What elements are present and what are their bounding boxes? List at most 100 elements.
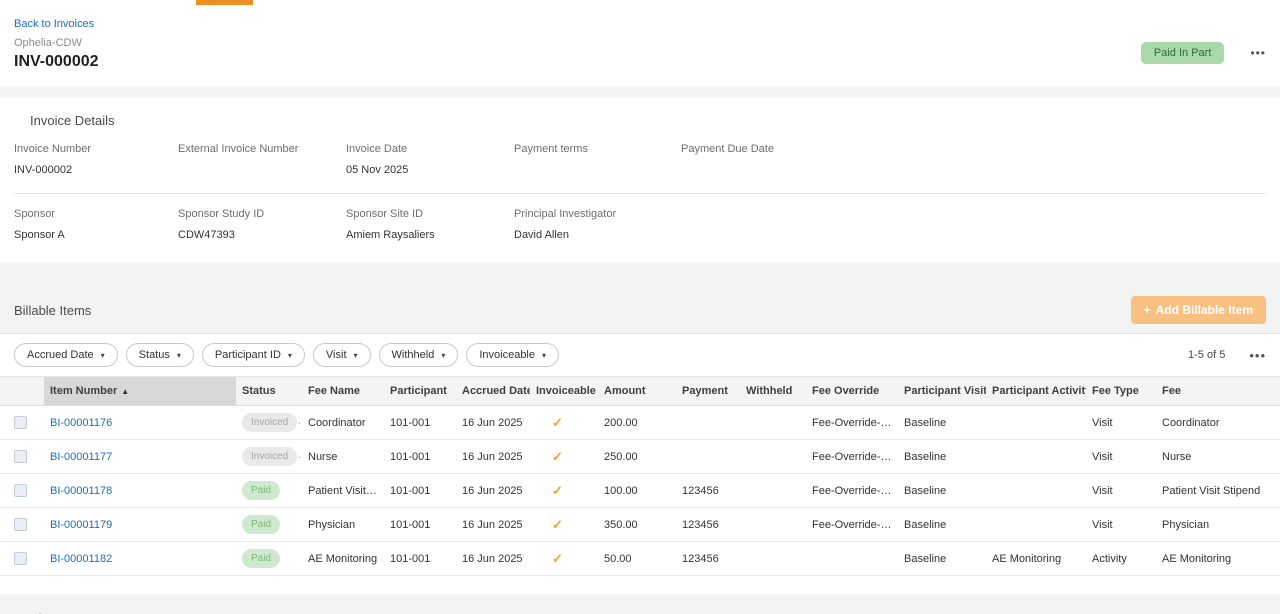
cell-payment: 123456 bbox=[676, 474, 740, 508]
field-label: Payment terms bbox=[514, 143, 681, 155]
invoice-details-heading: Invoice Details bbox=[30, 113, 1266, 128]
row-checkbox[interactable] bbox=[14, 450, 27, 463]
field-label: External Invoice Number bbox=[178, 143, 346, 155]
cell-fee: Nurse bbox=[1156, 440, 1280, 474]
table-menu-button[interactable]: ••• bbox=[1249, 348, 1266, 363]
cell-participant: 101-001 bbox=[384, 542, 456, 576]
field-label: Invoice Number bbox=[14, 143, 178, 155]
plus-icon: + bbox=[1144, 303, 1151, 317]
invoice-details-card: Invoice Details Invoice Number INV-00000… bbox=[0, 98, 1280, 262]
field-value bbox=[514, 164, 681, 177]
field-label: Payment Due Date bbox=[681, 143, 1266, 155]
col-withheld[interactable]: Withheld bbox=[740, 377, 806, 406]
sort-asc-icon: ▲ bbox=[121, 387, 129, 396]
cell-fee-override: Fee-Override-0011 bbox=[806, 440, 898, 474]
filter-status[interactable]: Status ▾ bbox=[126, 343, 194, 367]
back-to-invoices-link[interactable]: Back to Invoices bbox=[14, 18, 94, 30]
page-title: INV-000002 bbox=[14, 53, 1266, 71]
pagination-label: 1-5 of 5 bbox=[1188, 349, 1225, 361]
cell-amount: 200.00 bbox=[598, 406, 676, 440]
cell-accrued-date: 16 Jun 2025 bbox=[456, 440, 530, 474]
filter-withheld[interactable]: Withheld ▾ bbox=[379, 343, 459, 367]
item-number-link[interactable]: BI-00001182 bbox=[50, 553, 112, 565]
col-participant-activity[interactable]: Participant Activity bbox=[986, 377, 1086, 406]
status-badge: Paid In Part bbox=[1141, 42, 1224, 64]
col-status[interactable]: Status bbox=[236, 377, 302, 406]
field-invoice-number: Invoice Number INV-000002 bbox=[14, 143, 178, 177]
filter-invoiceable[interactable]: Invoiceable ▾ bbox=[466, 343, 559, 367]
cell-fee: Coordinator bbox=[1156, 406, 1280, 440]
cell-participant: 101-001 bbox=[384, 508, 456, 542]
filter-participant-id[interactable]: Participant ID ▾ bbox=[202, 343, 305, 367]
field-value: Sponsor A bbox=[14, 229, 178, 242]
cell-participant-visit: Baseline bbox=[898, 440, 986, 474]
col-participant-visit[interactable]: Participant Visit bbox=[898, 377, 986, 406]
cell-payment bbox=[676, 406, 740, 440]
chevron-down-icon: ▾ bbox=[542, 351, 546, 360]
cell-fee-override: Fee-Override-0011 bbox=[806, 474, 898, 508]
row-status-badge: Paid bbox=[242, 515, 280, 534]
row-checkbox[interactable] bbox=[14, 518, 27, 531]
cell-fee-type: Visit bbox=[1086, 508, 1156, 542]
field-payment-terms: Payment terms bbox=[514, 143, 681, 177]
billable-items-table: Item Number▲ Status Fee Name Participant… bbox=[0, 376, 1280, 576]
ellipsis-icon: ••• bbox=[1249, 348, 1266, 363]
col-participant[interactable]: Participant bbox=[384, 377, 456, 406]
col-accrued-date[interactable]: Accrued Date bbox=[456, 377, 530, 406]
cell-withheld bbox=[740, 406, 806, 440]
row-checkbox[interactable] bbox=[14, 552, 27, 565]
filter-visit[interactable]: Visit ▾ bbox=[313, 343, 371, 367]
add-billable-item-button[interactable]: + Add Billable Item bbox=[1131, 296, 1266, 324]
check-icon: ✓ bbox=[552, 517, 563, 532]
row-checkbox[interactable] bbox=[14, 416, 27, 429]
item-number-link[interactable]: BI-00001176 bbox=[50, 417, 112, 429]
cell-fee-name: Coordinator bbox=[302, 406, 384, 440]
cell-withheld bbox=[740, 508, 806, 542]
cell-withheld bbox=[740, 542, 806, 576]
table-row: BI-00001176 Invoiced Coordinator 101-001… bbox=[0, 406, 1280, 440]
field-value: CDW47393 bbox=[178, 229, 346, 242]
field-value: 05 Nov 2025 bbox=[346, 164, 514, 177]
cell-fee-override: Fee-Override-0011 bbox=[806, 508, 898, 542]
cell-fee-type: Visit bbox=[1086, 406, 1156, 440]
item-number-link[interactable]: BI-00001177 bbox=[50, 451, 112, 463]
field-principal-investigator: Principal Investigator David Allen bbox=[514, 208, 681, 242]
cell-participant-activity bbox=[986, 406, 1086, 440]
cell-accrued-date: 16 Jun 2025 bbox=[456, 406, 530, 440]
check-icon: ✓ bbox=[552, 483, 563, 498]
chevron-down-icon: ▾ bbox=[288, 351, 292, 360]
col-fee-type[interactable]: Fee Type bbox=[1086, 377, 1156, 406]
col-fee-override[interactable]: Fee Override bbox=[806, 377, 898, 406]
col-amount[interactable]: Amount bbox=[598, 377, 676, 406]
row-checkbox[interactable] bbox=[14, 484, 27, 497]
cell-accrued-date: 16 Jun 2025 bbox=[456, 474, 530, 508]
item-number-link[interactable]: BI-00001178 bbox=[50, 485, 112, 497]
row-status-badge: Paid bbox=[242, 481, 280, 500]
cell-participant-visit: Baseline bbox=[898, 508, 986, 542]
cell-fee: AE Monitoring bbox=[1156, 542, 1280, 576]
col-fee[interactable]: Fee bbox=[1156, 377, 1280, 406]
field-sponsor-site-id: Sponsor Site ID Amiem Raysaliers bbox=[346, 208, 514, 242]
col-payment[interactable]: Payment bbox=[676, 377, 740, 406]
cell-fee-type: Visit bbox=[1086, 440, 1156, 474]
item-number-link[interactable]: BI-00001179 bbox=[50, 519, 112, 531]
field-label: Sponsor Site ID bbox=[346, 208, 514, 220]
table-row: BI-00001182 Paid AE Monitoring 101-001 1… bbox=[0, 542, 1280, 576]
field-value: David Allen bbox=[514, 229, 681, 242]
more-actions-button[interactable]: ••• bbox=[1250, 46, 1266, 60]
chevron-down-icon: ▾ bbox=[177, 351, 181, 360]
row-status-badge: Invoiced bbox=[242, 413, 297, 432]
page-header: Back to Invoices Ophelia-CDW INV-000002 … bbox=[0, 5, 1280, 86]
col-fee-name[interactable]: Fee Name bbox=[302, 377, 384, 406]
field-sponsor: Sponsor Sponsor A bbox=[14, 208, 178, 242]
cell-payment: 123456 bbox=[676, 508, 740, 542]
cell-fee-name: AE Monitoring bbox=[302, 542, 384, 576]
row-status-badge: Paid bbox=[242, 549, 280, 568]
cell-withheld bbox=[740, 440, 806, 474]
col-invoiceable[interactable]: Invoiceable bbox=[530, 377, 598, 406]
col-item-number[interactable]: Item Number▲ bbox=[44, 377, 236, 406]
filter-label: Invoiceable bbox=[479, 349, 535, 361]
cell-fee-name: Nurse bbox=[302, 440, 384, 474]
filter-accrued-date[interactable]: Accrued Date ▾ bbox=[14, 343, 118, 367]
chevron-down-icon: ▾ bbox=[441, 351, 445, 360]
